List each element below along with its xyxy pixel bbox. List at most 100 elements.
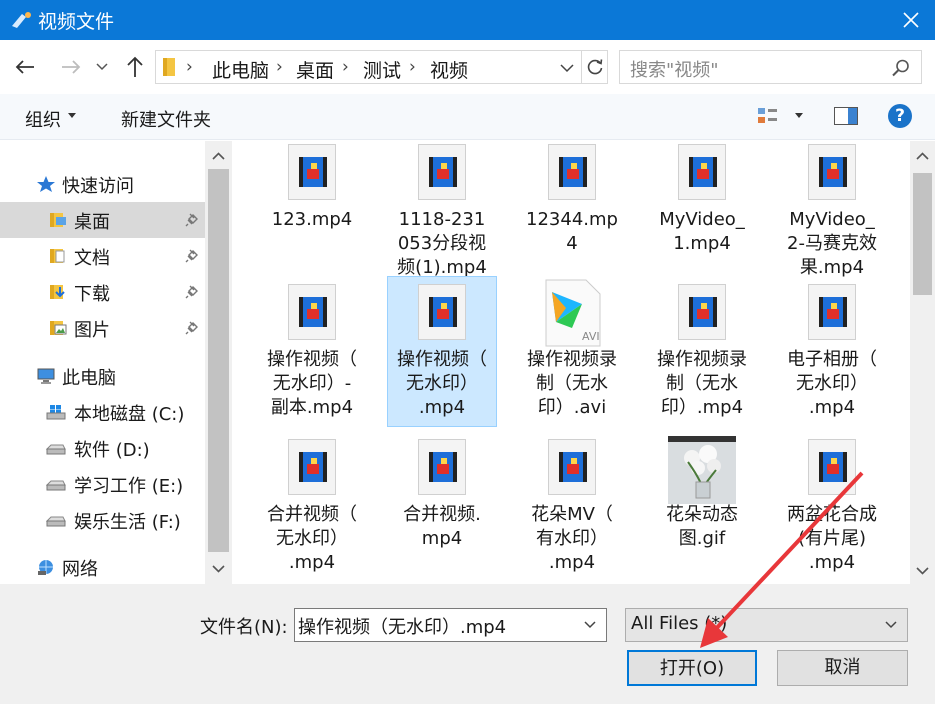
file-item[interactable]: MyVideo_ 1.mp4 <box>647 141 757 287</box>
refresh-button[interactable] <box>581 51 608 83</box>
scroll-up-icon[interactable] <box>211 149 226 164</box>
files-scrollbar[interactable] <box>910 141 935 584</box>
file-item[interactable]: 两盆花合成 (有片尾) .mp4 <box>777 431 887 582</box>
svg-text:AVI: AVI <box>582 330 600 343</box>
film-strip-icon <box>559 452 587 482</box>
file-item[interactable]: MyVideo_ 2-马赛克效 果.mp4 <box>777 141 887 287</box>
pin-icon[interactable] <box>184 320 200 336</box>
search-input[interactable]: 搜索"视频" <box>619 50 922 84</box>
nav-scrollbar[interactable] <box>205 141 232 584</box>
file-item[interactable]: 花朵动态 图.gif <box>647 431 757 582</box>
view-options-caret-icon[interactable] <box>795 113 803 118</box>
new-folder-button[interactable]: 新建文件夹 <box>121 106 211 132</box>
file-type-select[interactable]: All Files (*) <box>625 608 908 642</box>
file-name-line: 花朵MV（ <box>531 504 613 525</box>
address-dropdown-icon[interactable] <box>556 57 578 79</box>
file-name-line: MyVideo_ <box>659 209 745 230</box>
file-item[interactable]: 花朵MV（ 有水印） .mp4 <box>517 431 627 582</box>
search-icon[interactable] <box>891 58 911 78</box>
file-item[interactable]: 电子相册（ 无水印） .mp4 <box>777 276 887 427</box>
folder-icon <box>163 58 175 76</box>
nav-scrollbar-thumb[interactable] <box>208 169 229 552</box>
scroll-down-icon[interactable] <box>915 563 930 578</box>
files-scrollbar-thumb[interactable] <box>913 173 932 295</box>
nav-item-label: 桌面 <box>74 212 110 233</box>
video-file-icon <box>288 284 336 340</box>
nav-item-desktop[interactable]: 桌面 <box>0 202 205 238</box>
windows-drive-icon <box>46 405 66 420</box>
nav-drive-f[interactable]: 娱乐生活 (F:) <box>0 502 205 538</box>
pin-icon[interactable] <box>184 248 200 264</box>
file-name-line: 无水印） <box>796 373 868 394</box>
video-file-icon <box>808 284 856 340</box>
up-button[interactable] <box>122 54 148 80</box>
film-strip-icon <box>819 157 847 187</box>
breadcrumb-separator: › <box>342 57 349 77</box>
breadcrumb-test[interactable]: 测试 <box>363 56 401 83</box>
breadcrumb-separator: › <box>276 57 283 77</box>
pin-icon[interactable] <box>184 284 200 300</box>
video-file-icon <box>678 284 726 340</box>
breadcrumb-this-pc[interactable]: 此电脑 <box>212 56 269 83</box>
file-item[interactable]: AVI 操作视频录 制（无水 印）.avi <box>517 276 627 427</box>
file-name-line: .mp4 <box>548 552 596 573</box>
desktop-folder-icon <box>50 213 66 227</box>
file-item[interactable]: 合并视频（ 无水印） .mp4 <box>257 431 367 582</box>
file-item[interactable]: 合并视频. mp4 <box>387 431 497 582</box>
nav-drive-e[interactable]: 学习工作 (E:) <box>0 466 205 502</box>
video-file-icon <box>418 439 466 495</box>
pin-icon[interactable] <box>184 212 200 228</box>
organize-button[interactable]: 组织 <box>25 106 61 132</box>
file-item[interactable]: 操作视频（ 无水印） .mp4 <box>387 276 497 427</box>
file-item[interactable]: 操作视频（ 无水印）- 副本.mp4 <box>257 276 367 427</box>
nav-item-documents[interactable]: 文档 <box>0 238 205 274</box>
film-strip-icon <box>299 157 327 187</box>
cancel-button[interactable]: 取消 <box>777 650 908 686</box>
file-item[interactable]: 12344.mp 4 <box>517 141 627 287</box>
change-view-icon[interactable] <box>757 107 779 125</box>
breadcrumb-video[interactable]: 视频 <box>430 56 468 83</box>
nav-item-downloads[interactable]: 下载 <box>0 274 205 310</box>
file-name-line: .mp4 <box>418 397 466 418</box>
file-name-line: 操作视频（ <box>267 349 357 370</box>
film-strip-icon <box>819 297 847 327</box>
file-item[interactable]: 操作视频录 制（无水 印）.mp4 <box>647 276 757 427</box>
chevron-down-icon[interactable] <box>582 617 598 633</box>
nav-drive-d[interactable]: 软件 (D:) <box>0 430 205 466</box>
chevron-down-icon[interactable] <box>883 617 899 633</box>
file-name-line: 操作视频录 <box>527 349 617 370</box>
preview-pane-icon[interactable] <box>834 107 858 125</box>
help-icon[interactable]: ? <box>888 104 912 128</box>
file-item[interactable]: 1118-231 053分段视 频(1).mp4 <box>387 141 497 287</box>
file-item[interactable]: 123.mp4 <box>257 141 367 287</box>
scroll-up-icon[interactable] <box>915 149 930 164</box>
file-name-line: 制（无水 <box>536 373 608 394</box>
film-strip-icon <box>559 157 587 187</box>
close-icon[interactable] <box>899 8 923 32</box>
nav-network[interactable]: 网络 <box>0 549 205 584</box>
nav-quick-access-label: 快速访问 <box>62 176 134 197</box>
nav-item-label: 文档 <box>74 248 110 269</box>
address-bar[interactable]: › 此电脑 › 桌面 › 测试 › 视频 <box>155 50 608 84</box>
scroll-down-icon[interactable] <box>211 561 226 576</box>
video-file-icon <box>548 439 596 495</box>
video-file-icon <box>418 284 466 340</box>
drive-icon <box>46 444 66 455</box>
video-file-icon <box>548 144 596 200</box>
filename-input[interactable]: 操作视频（无水印）.mp4 <box>294 608 607 642</box>
forward-button[interactable] <box>58 54 84 80</box>
back-button[interactable] <box>12 54 38 80</box>
star-icon <box>37 176 55 192</box>
file-name-line: 副本.mp4 <box>270 397 354 418</box>
nav-item-pictures[interactable]: 图片 <box>0 310 205 346</box>
file-name-line: 无水印） <box>276 528 348 549</box>
refresh-icon <box>587 59 603 75</box>
nav-drive-c[interactable]: 本地磁盘 (C:) <box>0 394 205 430</box>
app-icon <box>12 12 31 28</box>
open-button[interactable]: 打开(O) <box>627 650 757 686</box>
nav-this-pc[interactable]: 此电脑 <box>0 358 205 394</box>
recent-locations-button[interactable] <box>92 54 112 80</box>
breadcrumb-separator: › <box>409 57 416 77</box>
nav-quick-access[interactable]: 快速访问 <box>0 166 205 202</box>
breadcrumb-desktop[interactable]: 桌面 <box>296 56 334 83</box>
